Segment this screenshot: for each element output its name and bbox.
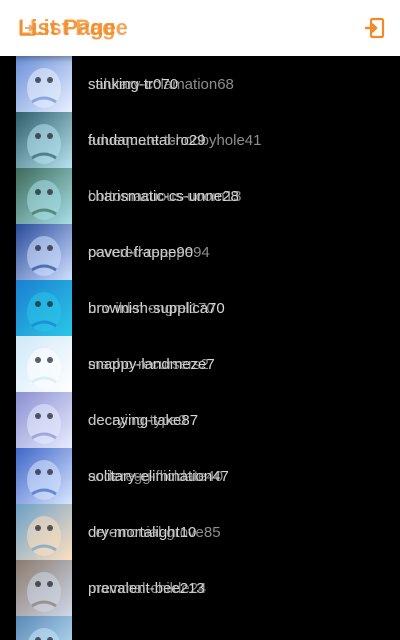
item-thumbnail [16,504,72,560]
item-thumbnail [16,336,72,392]
list-item[interactable]: brownish-supplica70 unwild-mongrel170 [0,280,400,336]
item-name-ghost: mammal-childe24 [88,580,207,597]
item-name-ghost: bottomacuous-uoom13 [88,188,242,205]
list-item[interactable]: paved-frappe90 covered-reappe94 [0,224,400,280]
item-thumbnail [16,168,72,224]
item-name-ghost: acderegg-flicldate40 [88,468,224,485]
item-name-ghost: covered-reappe94 [88,244,210,261]
page-title-ghost: List Page [30,15,128,40]
list-item[interactable]: snappy-landmeze7 macho-recursers2 [0,336,400,392]
list-item[interactable]: dry-mortalight10 ceremonial-grove85 [0,504,400,560]
item-thumbnail [16,280,72,336]
item-name-ghost: unwild-mongrel170 [88,300,215,317]
item-list: stinking-tr070 salutary-cclamation68 funda… [0,56,400,640]
item-thumbnail [16,616,72,640]
item-name-ghost: ceremonial-grove85 [88,524,221,541]
list-item[interactable]: decaying-take87 decrying-type0 [0,392,400,448]
item-thumbnail [16,224,72,280]
list-item[interactable]: charismatic-cs-unne28 bottomacuous-uoom13 [0,168,400,224]
item-thumbnail [16,560,72,616]
item-name-ghost: salutary-cclamation68 [88,76,234,93]
item-thumbnail [16,112,72,168]
top-app-bar: List Page List Page [0,0,400,56]
list-item[interactable]: prevalent-bee213 mammal-childe24 [0,560,400,616]
list-item[interactable]: solitary-elimination47 acderegg-flicldate… [0,448,400,504]
logout-icon[interactable] [362,16,386,40]
item-thumbnail [16,392,72,448]
list-item[interactable]: fundamental-ro29 aduequate-tchoobyhole41 [0,112,400,168]
item-name-ghost: aduequate-tchoobyhole41 [88,132,262,149]
list-item[interactable] [0,616,400,640]
item-name-ghost: decrying-type0 [88,412,187,429]
item-name-ghost: macho-recursers2 [88,356,209,373]
app-screen: List Page List Page stinking-tr070 saluta… [0,0,400,640]
item-thumbnail [16,56,72,112]
list-item[interactable]: stinking-tr070 salutary-cclamation68 [0,56,400,112]
item-thumbnail [16,448,72,504]
